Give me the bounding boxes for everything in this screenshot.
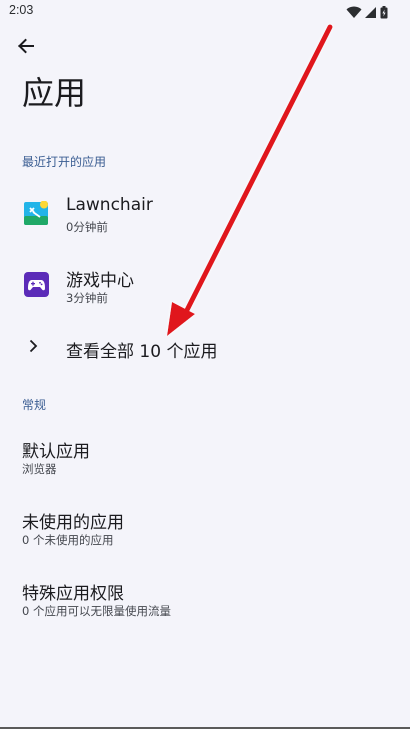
wifi-icon bbox=[346, 4, 362, 23]
unused-apps-item[interactable]: 未使用的应用 0 个未使用的应用 bbox=[0, 508, 410, 568]
page-title: 应用 bbox=[22, 74, 87, 112]
see-all-apps-button[interactable]: 查看全部 10 个应用 bbox=[0, 325, 410, 369]
app-row-lawnchair[interactable]: Lawnchair 0分钟前 bbox=[0, 182, 410, 244]
status-icons bbox=[346, 4, 388, 23]
chevron-right-icon bbox=[24, 337, 42, 355]
pref-title: 默认应用 bbox=[22, 442, 90, 462]
general-section-header: 常规 bbox=[22, 398, 47, 412]
default-apps-item[interactable]: 默认应用 浏览器 bbox=[0, 437, 410, 497]
app-row-game-center[interactable]: 游戏中心 3分钟前 bbox=[0, 253, 410, 315]
battery-icon bbox=[380, 4, 388, 23]
special-app-access-item[interactable]: 特殊应用权限 0 个应用可以无限量使用流量 bbox=[0, 579, 410, 639]
signal-icon bbox=[365, 4, 377, 23]
lawnchair-icon bbox=[24, 200, 49, 226]
see-all-apps-label: 查看全部 10 个应用 bbox=[66, 342, 218, 362]
app-name: 游戏中心 bbox=[66, 271, 134, 291]
status-time: 2:03 bbox=[9, 3, 34, 17]
pref-subtitle: 0 个未使用的应用 bbox=[22, 533, 114, 547]
pref-title: 未使用的应用 bbox=[22, 513, 124, 533]
pref-subtitle: 0 个应用可以无限量使用流量 bbox=[22, 604, 171, 618]
app-last-used: 0分钟前 bbox=[66, 220, 108, 234]
arrow-back-icon bbox=[17, 37, 35, 59]
app-last-used: 3分钟前 bbox=[66, 291, 108, 305]
app-name: Lawnchair bbox=[66, 195, 153, 215]
status-bar: 2:03 bbox=[0, 0, 410, 24]
recent-section-header: 最近打开的应用 bbox=[22, 155, 107, 169]
pref-title: 特殊应用权限 bbox=[22, 584, 124, 604]
back-button[interactable] bbox=[11, 33, 41, 63]
pref-subtitle: 浏览器 bbox=[22, 462, 57, 476]
game-center-icon bbox=[24, 272, 49, 297]
